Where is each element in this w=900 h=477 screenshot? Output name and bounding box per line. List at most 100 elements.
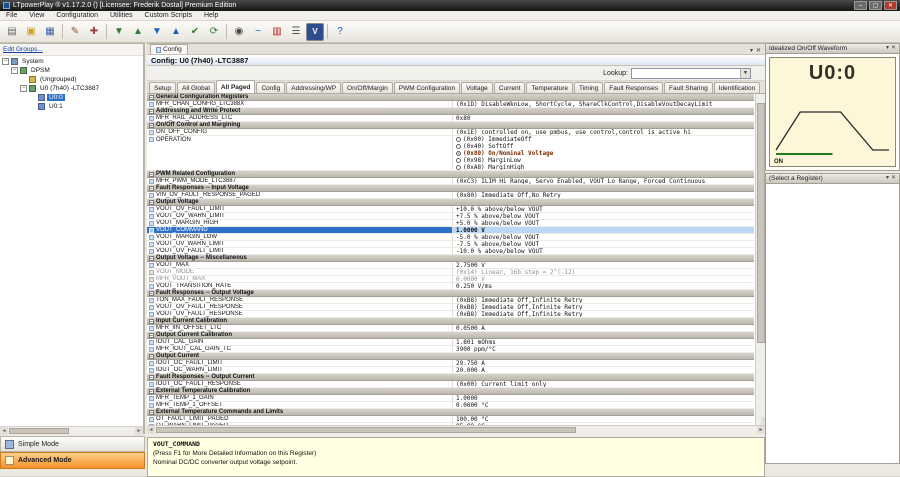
tab-timing[interactable]: Timing [574,82,603,93]
collapse-icon[interactable]: − [149,109,154,114]
tree-expander-icon[interactable]: − [20,85,27,92]
fault-log-icon[interactable]: ▥ [268,23,286,41]
document-tab-config[interactable]: Config [150,44,188,54]
register-row-operation[interactable]: OPERATION(0x00) ImmediateOff(0x40) SoftO… [147,136,754,171]
pin-icon[interactable]: ▾ [886,174,889,183]
menu-file[interactable]: File [0,11,23,21]
maximize-button[interactable]: ▢ [869,1,882,10]
radio-option[interactable]: (0xA8) MarginHigh [456,164,524,170]
tree-expander-icon[interactable]: − [2,58,9,65]
radio-option[interactable]: (0x00) ImmediateOff [456,136,532,143]
menu-configuration[interactable]: Configuration [50,11,104,21]
scroll-left-icon[interactable]: ◄ [0,427,8,435]
chevron-down-icon[interactable]: ▼ [740,69,750,78]
tree-item-dpsm[interactable]: −DPSM [0,66,143,75]
scrollbar-thumb[interactable] [757,103,765,343]
collapse-icon[interactable]: − [149,291,154,296]
register-row-vout-ov-warn-limit[interactable]: VOUT_OV_WARN_LIMIT+7.5 % above/below VOU… [147,213,754,220]
tree-item-u0-0[interactable]: U0:0 [0,93,143,102]
radio-icon[interactable] [456,151,461,156]
minimize-button[interactable]: – [854,1,867,10]
menu-utilities[interactable]: Utilities [104,11,139,21]
tree-expander-icon[interactable]: − [11,67,18,74]
scroll-left-icon[interactable]: ◄ [147,426,155,434]
register-row-iout-cal-gain[interactable]: IOUT_CAL_GAIN1.801 mOhms [147,339,754,346]
tab-all-global[interactable]: All Global [177,82,215,93]
tree-item-ungrouped[interactable]: (Ungrouped) [0,75,143,84]
radio-icon[interactable] [456,165,461,170]
collapse-icon[interactable]: − [149,186,154,191]
tab-pwm-configuration[interactable]: PWM Configuration [394,82,460,93]
write-nvm-icon[interactable]: ▼ [148,23,166,41]
register-row-vout-command[interactable]: VOUT_COMMAND1.0000 V [147,227,754,234]
register-row-vin-ov-fault-response-paged[interactable]: VIN_OV_FAULT_RESPONSE_PAGED(0x80) Immedi… [147,192,754,199]
tab-list-dropdown-icon[interactable]: ▾ [750,47,753,54]
register-row-iout-oc-fault-limit[interactable]: IOUT_OC_FAULT_LIMIT29.750 A [147,360,754,367]
register-row-mfr-temp-1-gain[interactable]: MFR_TEMP_1_GAIN1.0000 [147,395,754,402]
tab-fault-sharing[interactable]: Fault Sharing [664,82,713,93]
write-ram-to-chip-icon[interactable]: ▼ [110,23,128,41]
register-row-vout-transition-rate[interactable]: VOUT_TRANSITION_RATE0.250 V/ms [147,283,754,290]
lookup-input[interactable] [632,69,740,78]
tab-identification[interactable]: Identification [714,82,761,93]
radio-option[interactable]: (0x80) On/Nominal Voltage [456,150,553,157]
menu-custom-scripts[interactable]: Custom Scripts [139,11,198,21]
scroll-right-icon[interactable]: ► [757,426,765,434]
register-row-mfr-chan-config-ltc388x[interactable]: MFR_CHAN_CONFIG_LTC388X(0x1D) DisableWkn… [147,101,754,108]
collapse-icon[interactable]: − [149,256,154,261]
tab-addressing-wp[interactable]: Addressing/WP [286,82,341,93]
scroll-right-icon[interactable]: ► [135,427,143,435]
wizard-wand-icon[interactable]: ✎ [66,23,84,41]
collapse-icon[interactable]: − [149,200,154,205]
scope-icon[interactable]: ◉ [230,23,248,41]
scrollbar-thumb[interactable] [156,427,576,433]
register-row-mfr-temp-1-offset[interactable]: MFR_TEMP_1_OFFSET0.0000 °C [147,402,754,409]
register-row-mfr-iout-cal-gain-tc[interactable]: MFR_IOUT_CAL_GAIN_TC3900 ppm/°C [147,346,754,353]
radio-icon[interactable] [456,144,461,149]
tab-setup[interactable]: Setup [149,82,176,93]
refresh-icon[interactable]: ⟳ [205,23,223,41]
tree-item-u0-1[interactable]: U0:1 [0,102,143,111]
table-vertical-scrollbar[interactable]: ▲ ▼ [755,94,765,425]
radio-option[interactable]: (0x98) MarginLow [456,157,521,164]
help-icon[interactable]: ? [331,23,349,41]
collapse-icon[interactable]: − [149,354,154,359]
lookup-combobox[interactable]: ▼ [631,68,751,79]
register-row-mfr-vout-max[interactable]: MFR_VOUT_MAX0.0000 V [147,276,754,283]
read-chip-to-ram-icon[interactable]: ▲ [129,23,147,41]
collapse-icon[interactable]: − [149,333,154,338]
tab-temperature[interactable]: Temperature [526,82,573,93]
simple-mode-button[interactable]: Simple Mode [0,436,145,452]
pin-icon[interactable]: ▾ [886,44,889,53]
collapse-icon[interactable]: − [149,375,154,380]
register-row-mfr-pwm-mode-ltc3887[interactable]: MFR_PWM_MODE_LTC3887(0xC3) ILIM Hi Range… [147,178,754,185]
collapse-icon[interactable]: − [149,172,154,177]
pmbus-log-icon[interactable]: ☰ [287,23,305,41]
close-icon[interactable]: ✕ [891,174,896,183]
register-row-iout-oc-warn-limit[interactable]: IOUT_OC_WARN_LIMIT20.000 A [147,367,754,374]
register-row-vout-max[interactable]: VOUT_MAX2.7500 V [147,262,754,269]
close-button[interactable]: ✕ [884,1,897,10]
collapse-icon[interactable]: − [149,389,154,394]
save-icon[interactable]: ▦ [41,23,59,41]
open-folder-icon[interactable]: ▣ [22,23,40,41]
new-file-icon[interactable]: ▤ [3,23,21,41]
radio-icon[interactable] [456,137,461,142]
edit-groups-link[interactable]: Edit Groups... [0,44,143,56]
register-row-vout-ov-fault-response[interactable]: VOUT_OV_FAULT_RESPONSE(0xB8) Immediate O… [147,304,754,311]
register-row-on-off-config[interactable]: ON_OFF_CONFIG(0x1E) controlled_on, use_p… [147,129,754,136]
register-row-ot-fault-limit-paged[interactable]: OT_FAULT_LIMIT_PAGED100.00 °C [147,416,754,423]
telemetry-icon[interactable]: ~ [249,23,267,41]
register-row-vout-uv-fault-response[interactable]: VOUT_UV_FAULT_RESPONSE(0xB8) Immediate O… [147,311,754,318]
register-row-vout-mode[interactable]: VOUT_MODE(0x14) Linear, 16b_step = 2^(-1… [147,269,754,276]
register-row-vout-ov-fault-limit[interactable]: VOUT_OV_FAULT_LIMIT+10.0 % above/below V… [147,206,754,213]
register-row-mfr-iin-offset-ltc[interactable]: MFR_IIN_OFFSET_LTC0.0500 A [147,325,754,332]
tab-voltage[interactable]: Voltage [461,82,493,93]
tab-fault-responses[interactable]: Fault Responses [604,82,663,93]
radio-option[interactable]: (0x40) SoftOff [456,143,514,150]
table-horizontal-scrollbar[interactable]: ◄ ► [147,425,765,433]
tree-item-u0-7h40-ltc3887[interactable]: −U0 (7h40) -LTC3887 [0,84,143,93]
tree-horizontal-scrollbar[interactable]: ◄ ► [0,426,143,434]
read-nvm-icon[interactable]: ▲ [167,23,185,41]
tab-current[interactable]: Current [494,82,526,93]
